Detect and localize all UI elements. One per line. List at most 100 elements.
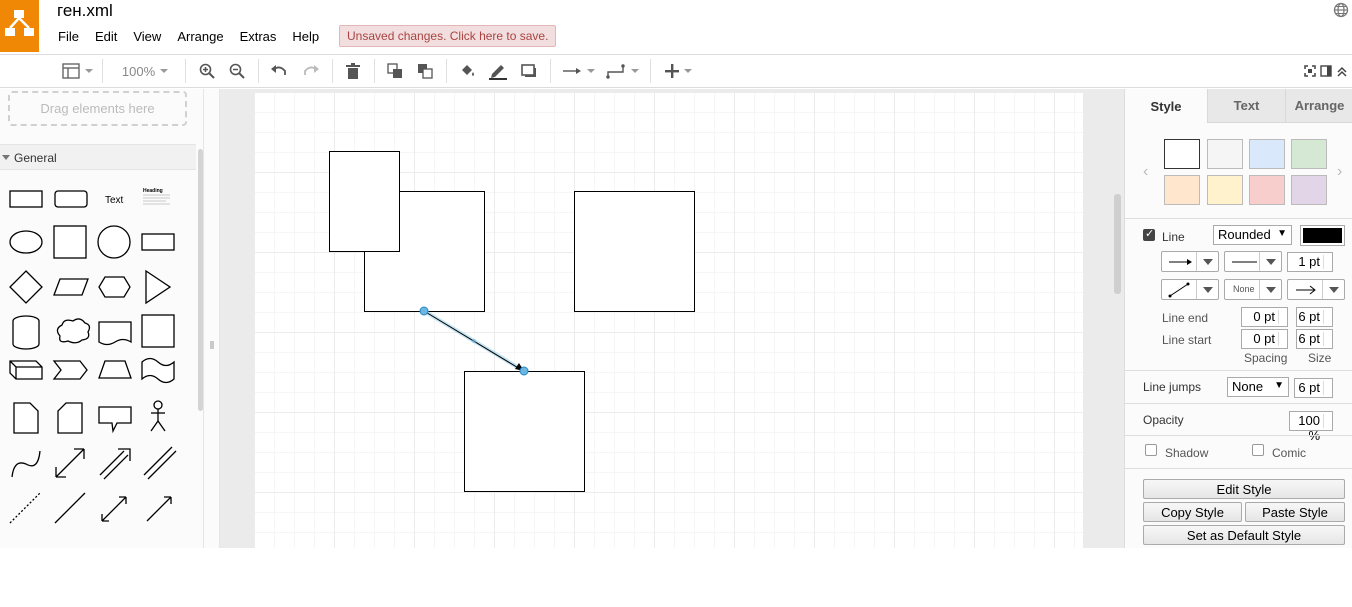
shape-step[interactable]: [52, 360, 88, 380]
copy-style-button[interactable]: Copy Style: [1143, 502, 1242, 522]
shape-hexagon[interactable]: [98, 276, 131, 298]
shadow-checkbox[interactable]: [1145, 444, 1157, 456]
line-start-spacing-input[interactable]: 0 pt: [1241, 329, 1288, 349]
file-title[interactable]: ген.xml: [57, 1, 113, 21]
shape-cube[interactable]: [9, 360, 43, 380]
line-end-spacing-input[interactable]: 0 pt: [1241, 307, 1288, 327]
line-checkbox[interactable]: [1143, 227, 1155, 241]
shape-square-3[interactable]: [464, 371, 585, 492]
swatch-prev-icon[interactable]: ‹: [1143, 163, 1148, 181]
shape-actor[interactable]: [150, 400, 166, 432]
zoom-in-button[interactable]: [196, 55, 218, 87]
line-start-size-input[interactable]: 6 pt: [1296, 329, 1333, 349]
general-section-header[interactable]: General: [0, 144, 196, 170]
edit-style-button[interactable]: Edit Style: [1143, 479, 1345, 499]
waypoints-dropdown[interactable]: [604, 55, 640, 87]
line-color-button[interactable]: [1300, 225, 1345, 246]
shape-rectangle[interactable]: [9, 190, 43, 208]
canvas-scrollbar[interactable]: [1114, 194, 1121, 294]
shape-text[interactable]: Text: [105, 195, 124, 206]
collapse-toolbar-button[interactable]: [1334, 55, 1350, 87]
line-color-button[interactable]: [486, 55, 510, 87]
line-pattern-dropdown[interactable]: [1224, 251, 1282, 272]
sidebar-scrollbar[interactable]: [198, 149, 203, 411]
globe-icon[interactable]: [1333, 2, 1349, 18]
shape-double-arrow[interactable]: [55, 448, 85, 478]
shape-parallelogram[interactable]: [53, 278, 89, 296]
shape-square-2[interactable]: [574, 191, 695, 312]
connector-mid-handle[interactable]: [472, 339, 476, 343]
shape-cylinder[interactable]: [12, 315, 40, 350]
line-style-select[interactable]: Rounded: [1213, 225, 1292, 245]
menu-file[interactable]: File: [50, 27, 87, 47]
shape-dashed-line[interactable]: [9, 492, 41, 524]
tab-style[interactable]: Style: [1125, 89, 1207, 123]
shape-ellipse[interactable]: [9, 230, 43, 254]
shape-process[interactable]: [141, 233, 175, 251]
delete-button[interactable]: [342, 55, 364, 87]
connector-start-handle[interactable]: [419, 306, 429, 316]
redo-button[interactable]: [300, 55, 322, 87]
shape-diamond[interactable]: [9, 270, 43, 304]
swatch-light-yellow[interactable]: [1207, 175, 1243, 205]
zoom-dropdown[interactable]: 100%: [114, 55, 176, 87]
pattern-dropdown[interactable]: [1161, 251, 1219, 272]
shape-directional-connector[interactable]: [146, 496, 172, 522]
shape-square[interactable]: [53, 225, 87, 259]
shape-triangle[interactable]: [145, 269, 172, 305]
line-jumps-size-input[interactable]: 6 pt: [1294, 378, 1333, 398]
menu-extras[interactable]: Extras: [232, 27, 285, 47]
menu-arrange[interactable]: Arrange: [169, 27, 231, 47]
line-end-size-input[interactable]: 6 pt: [1296, 307, 1333, 327]
toggle-format-panel-button[interactable]: [1318, 55, 1334, 87]
shape-line[interactable]: [54, 492, 86, 524]
swatch-light-blue[interactable]: [1249, 139, 1285, 169]
shape-rectangle-1[interactable]: [329, 151, 400, 252]
shape-cloud[interactable]: [56, 318, 91, 344]
shape-trapezoid[interactable]: [98, 360, 132, 379]
connector-end-handle[interactable]: [519, 366, 529, 376]
sidebar-splitter[interactable]: [204, 89, 220, 548]
undo-button[interactable]: [268, 55, 290, 87]
fullscreen-button[interactable]: [1302, 55, 1318, 87]
shape-circle[interactable]: [97, 225, 131, 259]
shape-document[interactable]: [98, 321, 132, 346]
shape-textbox-heading[interactable]: Heading: [143, 188, 163, 194]
shape-callout[interactable]: [98, 406, 132, 434]
menu-edit[interactable]: Edit: [87, 27, 125, 47]
shape-link[interactable]: [143, 446, 177, 480]
set-default-style-button[interactable]: Set as Default Style: [1143, 525, 1345, 545]
line-jumps-select[interactable]: None: [1227, 377, 1289, 397]
to-back-button[interactable]: [414, 55, 436, 87]
line-width-input[interactable]: 1 pt: [1287, 252, 1333, 272]
shape-rounded-rectangle[interactable]: [54, 190, 88, 208]
shape-internal-storage[interactable]: [141, 314, 175, 348]
swatch-light-green[interactable]: [1291, 139, 1327, 169]
unsaved-changes-notice[interactable]: Unsaved changes. Click here to save.: [339, 25, 557, 47]
shadow-button[interactable]: [518, 55, 540, 87]
waypoint-type-dropdown[interactable]: [1161, 279, 1219, 300]
shape-bidirectional-connector[interactable]: [101, 496, 127, 522]
shape-block-arrow[interactable]: [99, 448, 131, 480]
comic-checkbox[interactable]: [1252, 444, 1264, 456]
format-panel-toggle-button[interactable]: [58, 55, 96, 87]
shape-note[interactable]: [13, 402, 39, 434]
tab-text[interactable]: Text: [1207, 89, 1285, 123]
scratchpad-drop-zone[interactable]: Drag elements here: [8, 91, 187, 126]
swatch-light-orange[interactable]: [1164, 175, 1200, 205]
menu-help[interactable]: Help: [284, 27, 327, 47]
insert-dropdown[interactable]: [660, 55, 696, 87]
swatch-next-icon[interactable]: ›: [1337, 163, 1342, 181]
fill-color-button[interactable]: [456, 55, 480, 87]
to-front-button[interactable]: [384, 55, 406, 87]
connection-style-dropdown[interactable]: [560, 55, 596, 87]
shape-tape[interactable]: [141, 357, 175, 384]
menu-view[interactable]: View: [125, 27, 169, 47]
shape-card[interactable]: [57, 402, 83, 434]
line-start-marker-dropdown[interactable]: None: [1224, 279, 1282, 300]
swatch-light-purple[interactable]: [1291, 175, 1327, 205]
swatch-white[interactable]: [1164, 139, 1200, 169]
tab-arrange[interactable]: Arrange: [1285, 89, 1352, 123]
opacity-input[interactable]: 100 %: [1289, 411, 1333, 443]
zoom-out-button[interactable]: [226, 55, 248, 87]
